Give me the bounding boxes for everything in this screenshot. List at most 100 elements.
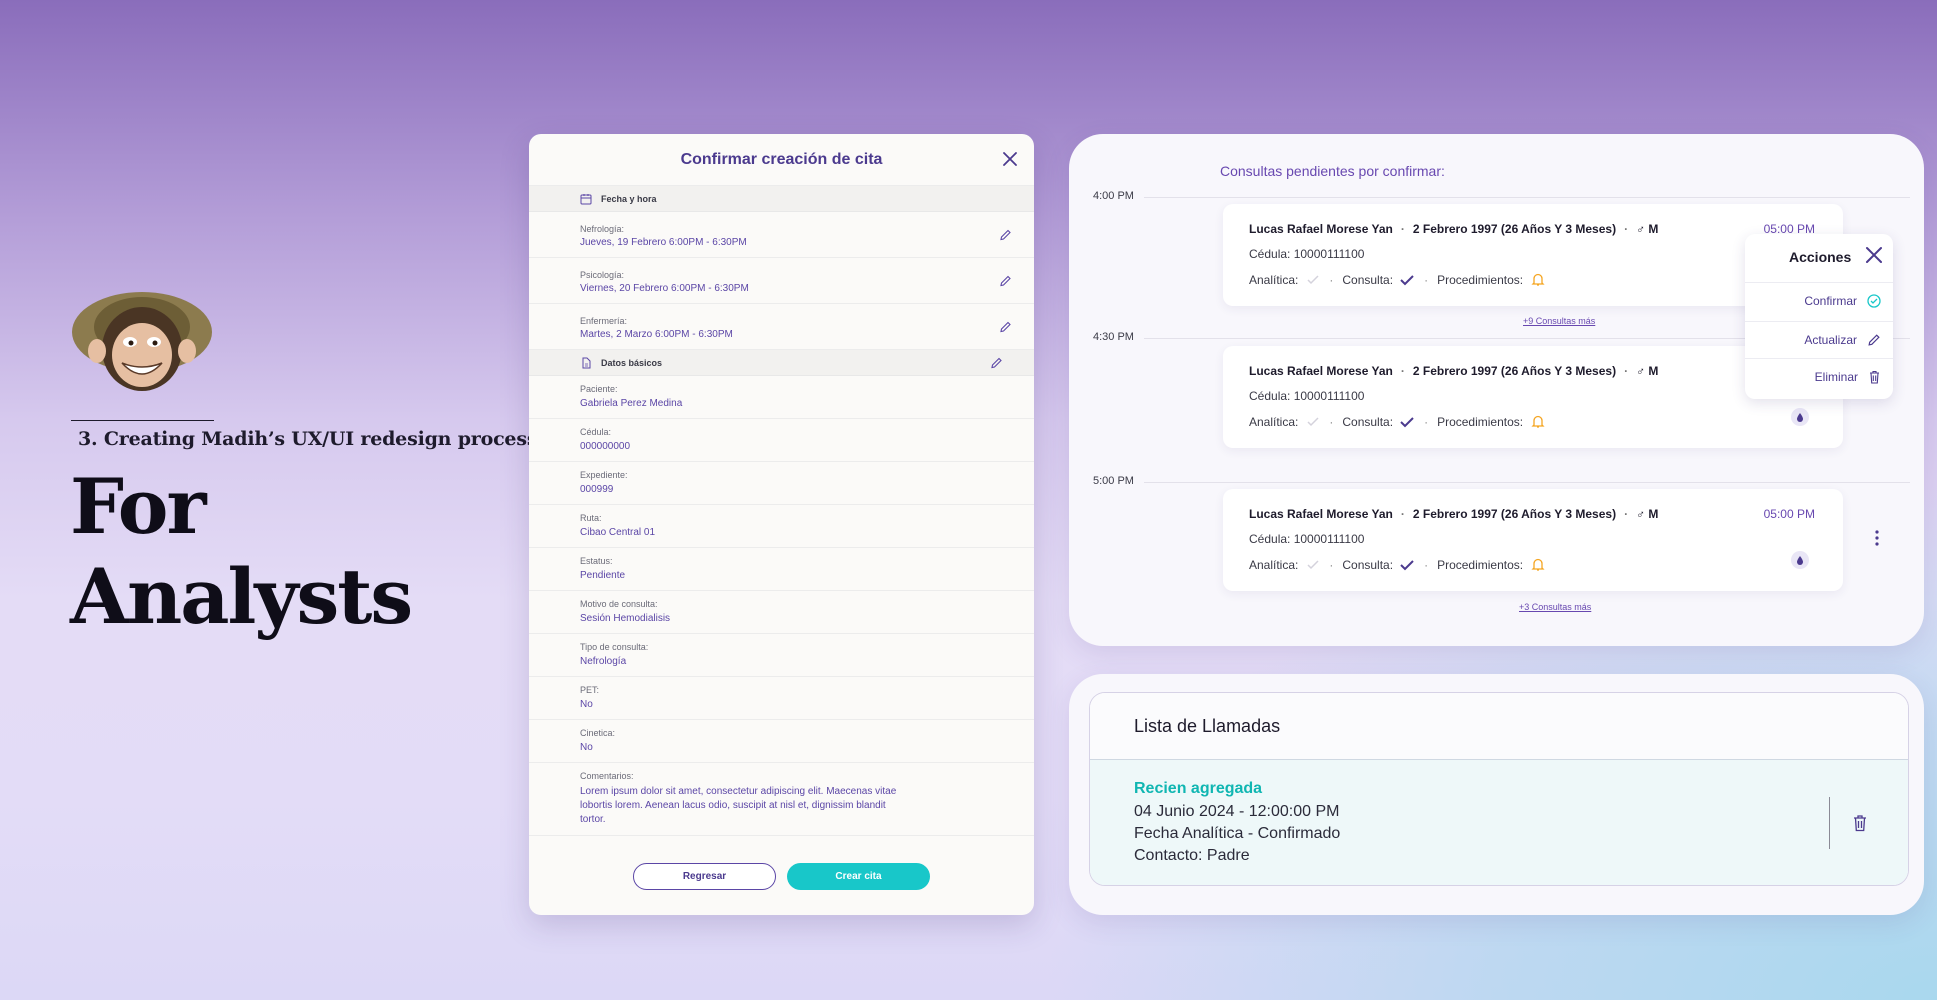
appointment-value: Martes, 2 Marzo 6:00PM - 6:30PM bbox=[580, 329, 733, 340]
close-icon[interactable] bbox=[1864, 245, 1884, 265]
patient-name: Lucas Rafael Morese Yan bbox=[1249, 222, 1393, 236]
field-value: 000999 bbox=[580, 484, 614, 495]
drop-icon bbox=[1791, 551, 1809, 569]
field-row: Paciente: Gabriela Perez Medina bbox=[529, 376, 1034, 419]
patient-name: Lucas Rafael Morese Yan bbox=[1249, 507, 1393, 521]
delete-action[interactable]: Eliminar bbox=[1745, 358, 1893, 395]
edit-icon[interactable] bbox=[999, 228, 1012, 241]
call-detail: Fecha Analítica - Confirmado bbox=[1134, 825, 1341, 842]
patient-id: Cédula: 10000111100 bbox=[1249, 532, 1365, 546]
field-label: Cinetica: bbox=[580, 728, 616, 738]
close-icon[interactable] bbox=[1000, 149, 1020, 169]
field-label: Expediente: bbox=[580, 470, 628, 480]
confirm-appointment-modal: Confirmar creación de cita Fecha y hora … bbox=[529, 134, 1034, 915]
status-line: Analítica: · Consulta: · Procedimientos: bbox=[1249, 272, 1545, 287]
bell-icon bbox=[1531, 558, 1545, 571]
consultation-card[interactable]: Lucas Rafael Morese Yan · 2 Febrero 1997 (… bbox=[1223, 489, 1843, 591]
field-value: Sesión Hemodialisis bbox=[580, 613, 671, 624]
confirm-action[interactable]: Confirmar bbox=[1745, 282, 1893, 319]
time-divider bbox=[1144, 197, 1910, 198]
consulta-label: Consulta: bbox=[1342, 414, 1394, 429]
field-label: Ruta: bbox=[580, 513, 602, 523]
field-value: Pendiente bbox=[580, 570, 626, 581]
back-button[interactable]: Regresar bbox=[633, 863, 776, 890]
time-label: 4:00 PM bbox=[1093, 190, 1134, 202]
call-item[interactable]: Recien agregada 04 Junio 2024 - 12:00:00… bbox=[1090, 760, 1908, 885]
field-value: 000000000 bbox=[580, 441, 631, 452]
male-icon: ♂ bbox=[1636, 507, 1646, 521]
patient-name: Lucas Rafael Morese Yan bbox=[1249, 364, 1393, 378]
check-circle-icon bbox=[1867, 294, 1881, 308]
patient-dob: 2 Febrero 1997 (26 Años Y 3 Meses) bbox=[1412, 507, 1617, 521]
section-schedule-header: Fecha y hora bbox=[529, 186, 1034, 212]
more-consultations-link[interactable]: +9 Consultas más bbox=[1523, 316, 1595, 326]
field-row: PET: No bbox=[529, 677, 1034, 720]
patient-summary: Lucas Rafael Morese Yan · 2 Febrero 1997 (… bbox=[1249, 222, 1659, 236]
bell-icon bbox=[1531, 415, 1545, 428]
intro-title-line2: Analysts bbox=[70, 552, 413, 641]
patient-sex: M bbox=[1648, 507, 1659, 521]
field-label: Estatus: bbox=[580, 556, 613, 566]
drop-icon bbox=[1791, 408, 1809, 426]
check-faded-icon bbox=[1307, 416, 1319, 426]
field-value: No bbox=[580, 699, 593, 710]
appointment-row: Psicología: Viernes, 20 Febrero 6:00PM -… bbox=[529, 258, 1034, 304]
appointment-label: Psicología: bbox=[580, 270, 625, 280]
edit-icon[interactable] bbox=[999, 320, 1012, 333]
intro-divider bbox=[71, 420, 214, 421]
procedimientos-label: Procedimientos: bbox=[1437, 414, 1524, 429]
patient-summary: Lucas Rafael Morese Yan · 2 Febrero 1997 (… bbox=[1249, 507, 1659, 521]
field-label: Paciente: bbox=[580, 384, 618, 394]
trash-icon bbox=[1870, 370, 1879, 384]
male-icon: ♂ bbox=[1636, 222, 1646, 236]
more-consultations-link[interactable]: +3 Consultas más bbox=[1519, 602, 1591, 612]
patient-id: Cédula: 10000111100 bbox=[1249, 247, 1365, 261]
calendar-icon bbox=[580, 193, 592, 204]
trash-icon[interactable] bbox=[1852, 814, 1868, 832]
appointment-row: Enfermería: Martes, 2 Marzo 6:00PM - 6:3… bbox=[529, 304, 1034, 350]
patient-summary: Lucas Rafael Morese Yan · 2 Febrero 1997 (… bbox=[1249, 364, 1659, 378]
intro-subtitle: 3. Creating Madih’s UX/UI redesign proce… bbox=[78, 428, 538, 450]
intro-title-line1: For bbox=[70, 462, 207, 551]
patient-dob: 2 Febrero 1997 (26 Años Y 3 Meses) bbox=[1412, 222, 1617, 236]
document-icon bbox=[582, 357, 591, 368]
field-label: PET: bbox=[580, 685, 600, 695]
section-basic-header: Datos básicos bbox=[529, 350, 1034, 376]
edit-icon[interactable] bbox=[999, 274, 1012, 287]
modal-actions: Regresar Crear cita bbox=[529, 863, 1034, 890]
section-basic-label: Datos básicos bbox=[601, 357, 663, 368]
field-row: Estatus: Pendiente bbox=[529, 548, 1034, 591]
check-faded-icon bbox=[1307, 274, 1319, 284]
appointment-row: Nefrología: Jueves, 19 Febrero 6:00PM - … bbox=[529, 212, 1034, 258]
confirm-label: Confirmar bbox=[1804, 294, 1857, 308]
call-divider bbox=[1829, 797, 1830, 849]
call-list-panel: Lista de Llamadas Recien agregada 04 Jun… bbox=[1069, 674, 1924, 915]
bell-icon bbox=[1531, 273, 1545, 286]
create-appointment-button[interactable]: Crear cita bbox=[787, 863, 930, 890]
delete-label: Eliminar bbox=[1814, 370, 1858, 384]
call-contact: Contacto: Padre bbox=[1134, 847, 1250, 864]
section-schedule-label: Fecha y hora bbox=[601, 193, 657, 204]
appointment-value: Jueves, 19 Febrero 6:00PM - 6:30PM bbox=[580, 237, 747, 248]
consulta-label: Consulta: bbox=[1342, 272, 1394, 287]
field-row: Cinetica: No bbox=[529, 720, 1034, 763]
check-faded-icon bbox=[1307, 559, 1319, 569]
field-row: Motivo de consulta: Sesión Hemodialisis bbox=[529, 591, 1034, 634]
edit-icon bbox=[1868, 334, 1880, 346]
more-options-icon[interactable] bbox=[1874, 529, 1880, 547]
consulta-label: Consulta: bbox=[1342, 557, 1394, 572]
analitica-label: Analítica: bbox=[1249, 557, 1299, 572]
field-value: Gabriela Perez Medina bbox=[580, 398, 683, 409]
call-list-card: Lista de Llamadas Recien agregada 04 Jun… bbox=[1089, 692, 1909, 886]
field-value: Cibao Central 01 bbox=[580, 527, 656, 538]
patient-sex: M bbox=[1648, 364, 1659, 378]
update-action[interactable]: Actualizar bbox=[1745, 321, 1893, 358]
call-datetime: 04 Junio 2024 - 12:00:00 PM bbox=[1134, 803, 1340, 820]
field-label: Motivo de consulta: bbox=[580, 599, 658, 609]
male-icon: ♂ bbox=[1636, 364, 1646, 378]
edit-icon[interactable] bbox=[990, 356, 1003, 369]
modal-header: Confirmar creación de cita bbox=[529, 134, 1034, 186]
appointment-value: Viernes, 20 Febrero 6:00PM - 6:30PM bbox=[580, 283, 749, 294]
field-row: Ruta: Cibao Central 01 bbox=[529, 505, 1034, 548]
procedimientos-label: Procedimientos: bbox=[1437, 557, 1524, 572]
